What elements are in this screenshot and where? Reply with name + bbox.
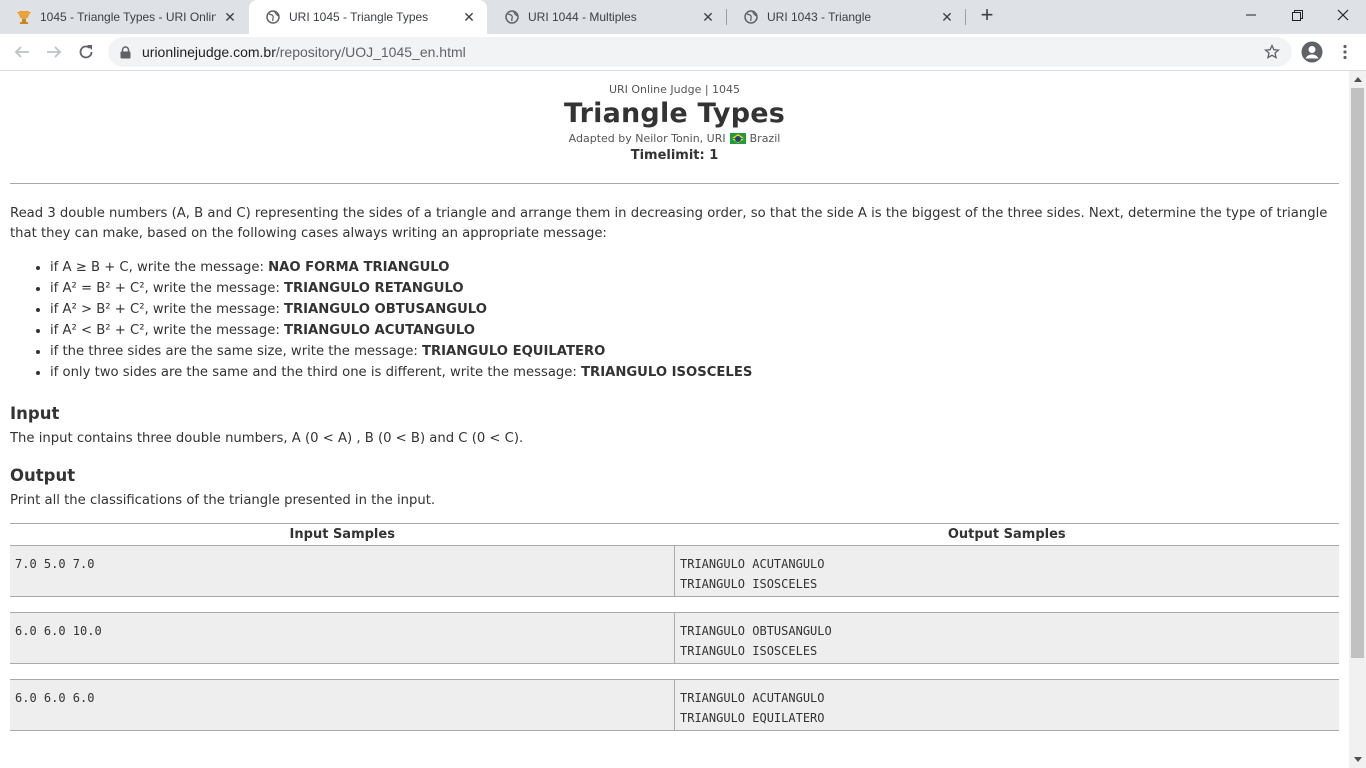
page-title: Triangle Types bbox=[563, 98, 786, 129]
close-window-button[interactable] bbox=[1320, 0, 1366, 30]
globe-icon bbox=[504, 9, 520, 25]
table-row: 7.0 5.0 7.0 TRIANGULO ACUTANGULO TRIANGU… bbox=[10, 546, 1339, 597]
samples-table: Input Samples Output Samples 7.0 5.0 7.0… bbox=[10, 523, 1339, 731]
browser-toolbar: urionlinejudge.com.br/repository/UOJ_104… bbox=[0, 34, 1366, 71]
reload-icon bbox=[79, 45, 93, 59]
tab-separator bbox=[965, 9, 966, 25]
list-item: if the three sides are the same size, wr… bbox=[50, 341, 1339, 362]
author-line: Adapted by Neilor Tonin, URI Brazil bbox=[10, 132, 1339, 145]
case-text: if A² = B² + C², write the message: bbox=[50, 281, 284, 296]
case-message: TRIANGULO OBTUSANGULO bbox=[283, 302, 487, 317]
sample-output: TRIANGULO OBTUSANGULO TRIANGULO ISOSCELE… bbox=[674, 613, 1339, 663]
tab-title: 1045 - Triangle Types - URI Online Judge bbox=[40, 10, 216, 24]
case-message: TRIANGULO ISOSCELES bbox=[581, 365, 753, 380]
row-gap bbox=[10, 597, 1339, 613]
problem-header: URI Online Judge | 1045 Triangle Types A… bbox=[10, 71, 1339, 163]
back-button[interactable] bbox=[10, 40, 34, 64]
input-heading: Input bbox=[10, 404, 60, 423]
scroll-down-arrow-icon[interactable] bbox=[1349, 751, 1366, 768]
kebab-menu-icon bbox=[1343, 44, 1347, 60]
new-tab-button[interactable]: + bbox=[976, 4, 998, 27]
author-text: Adapted by Neilor Tonin, URI bbox=[568, 132, 726, 145]
uri-trophy-icon bbox=[16, 9, 32, 25]
list-item: if A² < B² + C², write the message: TRIA… bbox=[50, 320, 1339, 341]
case-message: TRIANGULO EQUILATERO bbox=[422, 344, 606, 359]
tab-title: URI 1045 - Triangle Types bbox=[289, 10, 429, 24]
url-host: urionlinejudge.com.br bbox=[142, 44, 276, 60]
sample-output: TRIANGULO ACUTANGULO TRIANGULO ISOSCELES bbox=[674, 546, 1339, 596]
url-text: urionlinejudge.com.br/repository/UOJ_104… bbox=[142, 44, 466, 60]
menu-button[interactable] bbox=[1333, 40, 1357, 64]
account-icon bbox=[1301, 41, 1323, 63]
reload-button[interactable] bbox=[74, 40, 98, 64]
scroll-up-arrow-icon[interactable] bbox=[1349, 71, 1366, 88]
close-icon[interactable]: ✕ bbox=[461, 9, 477, 25]
row-gap bbox=[10, 664, 1339, 680]
tab-1045-uri[interactable]: 1045 - Triangle Types - URI Online Judge… bbox=[0, 0, 248, 34]
table-row: 6.0 6.0 6.0 TRIANGULO ACUTANGULO TRIANGU… bbox=[10, 680, 1339, 731]
input-description: The input contains three double numbers,… bbox=[10, 431, 524, 446]
list-item: if only two sides are the same and the t… bbox=[50, 362, 1339, 383]
tab-uri-1043[interactable]: URI 1043 - Triangle ✕ bbox=[727, 0, 965, 34]
problem-page: URI Online Judge | 1045 Triangle Types A… bbox=[10, 71, 1339, 768]
judge-label: URI Online Judge | 1045 bbox=[608, 83, 741, 96]
sample-input: 7.0 5.0 7.0 bbox=[15, 557, 95, 571]
forward-button[interactable] bbox=[42, 40, 66, 64]
profile-button[interactable] bbox=[1300, 40, 1324, 64]
sample-input: 6.0 6.0 10.0 bbox=[15, 624, 102, 638]
case-text: if A ≥ B + C, write the message: bbox=[50, 260, 269, 275]
problem-description: Read 3 double numbers (A, B and C) repre… bbox=[10, 206, 1328, 241]
samples-header: Input Samples Output Samples bbox=[10, 524, 1339, 546]
input-samples-header: Input Samples bbox=[289, 527, 395, 542]
tab-uri-1045[interactable]: URI 1045 - Triangle Types ✕ bbox=[249, 0, 487, 34]
table-row: 6.0 6.0 10.0 TRIANGULO OBTUSANGULO TRIAN… bbox=[10, 613, 1339, 664]
globe-icon bbox=[743, 9, 759, 25]
close-icon[interactable]: ✕ bbox=[222, 9, 238, 25]
globe-icon bbox=[265, 9, 281, 25]
brazil-flag-icon bbox=[729, 133, 746, 144]
case-text: if A² < B² + C², write the message: bbox=[50, 323, 284, 338]
arrow-left-icon bbox=[14, 46, 29, 58]
case-text: if only two sides are the same and the t… bbox=[50, 365, 582, 380]
timelimit: Timelimit: 1 bbox=[630, 148, 719, 163]
cases-list: if A ≥ B + C, write the message: NAO FOR… bbox=[50, 257, 1339, 383]
address-bar[interactable]: urionlinejudge.com.br/repository/UOJ_104… bbox=[108, 37, 1292, 67]
case-message: TRIANGULO RETANGULO bbox=[283, 281, 464, 296]
lock-icon bbox=[120, 45, 132, 59]
tab-uri-1044[interactable]: URI 1044 - Multiples ✕ bbox=[488, 0, 726, 34]
sample-output: TRIANGULO ACUTANGULO TRIANGULO EQUILATER… bbox=[674, 680, 1339, 730]
list-item: if A² = B² + C², write the message: TRIA… bbox=[50, 278, 1339, 299]
close-icon[interactable]: ✕ bbox=[700, 9, 716, 25]
case-text: if the three sides are the same size, wr… bbox=[50, 344, 422, 359]
output-samples-header: Output Samples bbox=[947, 527, 1066, 542]
bookmark-star-icon[interactable] bbox=[1263, 43, 1281, 60]
list-item: if A ≥ B + C, write the message: NAO FOR… bbox=[50, 257, 1339, 278]
list-item: if A² > B² + C², write the message: TRIA… bbox=[50, 299, 1339, 320]
output-description: Print all the classifications of the tri… bbox=[10, 493, 436, 508]
restore-button[interactable] bbox=[1274, 0, 1320, 30]
scrollbar-thumb[interactable] bbox=[1351, 88, 1364, 658]
output-heading: Output bbox=[10, 466, 76, 485]
url-path: /repository/UOJ_1045_en.html bbox=[275, 44, 466, 60]
header-divider bbox=[10, 183, 1339, 184]
arrow-right-icon bbox=[47, 46, 62, 58]
case-message: NAO FORMA TRIANGULO bbox=[268, 260, 450, 275]
case-message: TRIANGULO ACUTANGULO bbox=[283, 323, 476, 338]
minimize-button[interactable] bbox=[1228, 0, 1274, 30]
close-icon[interactable]: ✕ bbox=[939, 9, 955, 25]
case-text: if A² > B² + C², write the message: bbox=[50, 302, 284, 317]
author-country: Brazil bbox=[749, 132, 781, 145]
tab-strip: 1045 - Triangle Types - URI Online Judge… bbox=[0, 0, 1366, 34]
tab-title: URI 1043 - Triangle bbox=[767, 10, 872, 24]
page-scrollbar[interactable] bbox=[1349, 71, 1366, 768]
sample-input: 6.0 6.0 6.0 bbox=[15, 691, 95, 705]
tab-title: URI 1044 - Multiples bbox=[528, 10, 637, 24]
